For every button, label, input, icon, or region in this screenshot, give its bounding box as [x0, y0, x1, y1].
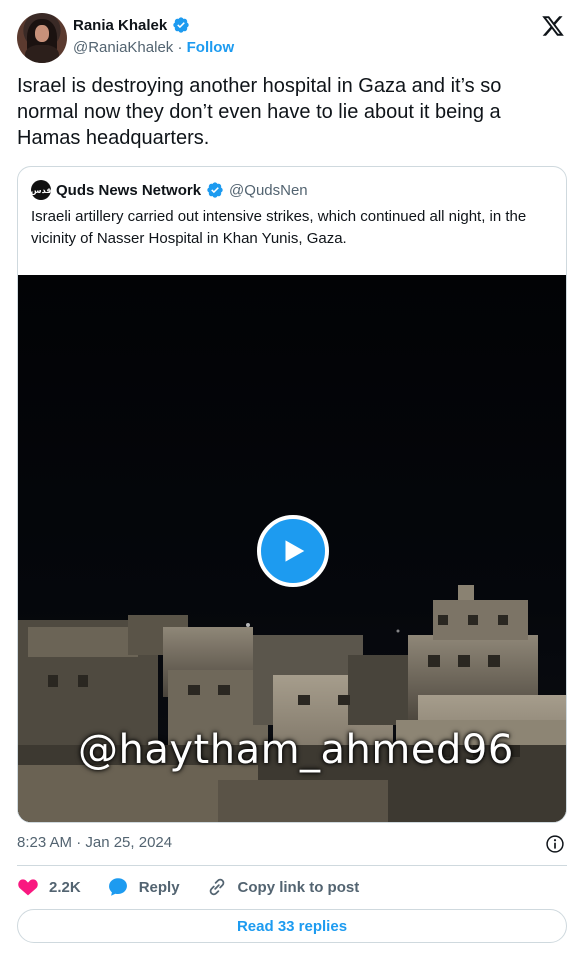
video-player[interactable]: @haytham_ahmed96: [18, 275, 566, 822]
quoted-author-handle: @QudsNen: [229, 181, 308, 199]
copy-link-label: Copy link to post: [237, 878, 360, 896]
like-count: 2.2K: [49, 878, 81, 896]
verified-badge-icon: [207, 182, 223, 198]
play-icon: [285, 540, 305, 562]
author-name[interactable]: Rania Khalek: [73, 17, 167, 34]
copy-link-button[interactable]: Copy link to post: [206, 876, 360, 898]
link-icon: [209, 878, 224, 896]
quoted-tweet-text: Israeli artillery carried out intensive …: [31, 208, 527, 247]
divider: [17, 865, 567, 866]
reply-bubble-icon: [108, 878, 127, 896]
author-avatar[interactable]: [17, 13, 67, 63]
tweet-actions: 2.2K Reply Copy link to post: [17, 876, 385, 898]
verified-badge-icon: [173, 17, 189, 33]
quoted-author-avatar: قدس: [31, 180, 51, 200]
video-watermark: @haytham_ahmed96: [78, 727, 514, 773]
reply-label: Reply: [138, 878, 180, 896]
play-button[interactable]: [257, 515, 329, 587]
quoted-tweet-header: قدس Quds News Network @QudsNen: [31, 180, 308, 200]
heart-icon: [18, 879, 38, 896]
separator-dot: ·: [177, 39, 183, 56]
reply-button[interactable]: Reply: [107, 876, 180, 898]
follow-button[interactable]: Follow: [187, 39, 235, 56]
tweet-text: Israel is destroying another hospital in…: [17, 75, 502, 149]
tweet-timestamp[interactable]: 8:23 AM · Jan 25, 2024: [17, 834, 172, 851]
like-button[interactable]: 2.2K: [17, 876, 81, 898]
embedded-tweet-card: Rania Khalek @RaniaKhalek · Follow Israe…: [0, 0, 585, 960]
author-name-row: Rania Khalek: [73, 16, 190, 34]
quoted-tweet[interactable]: قدس Quds News Network @QudsNen Israeli a…: [17, 166, 567, 823]
quoted-author-name: Quds News Network: [56, 181, 202, 199]
x-logo-icon[interactable]: [541, 14, 565, 38]
author-handle-row: @RaniaKhalek · Follow: [73, 39, 234, 56]
author-handle[interactable]: @RaniaKhalek: [73, 39, 173, 56]
read-replies-button[interactable]: Read 33 replies: [17, 909, 567, 943]
info-icon[interactable]: [545, 834, 565, 854]
